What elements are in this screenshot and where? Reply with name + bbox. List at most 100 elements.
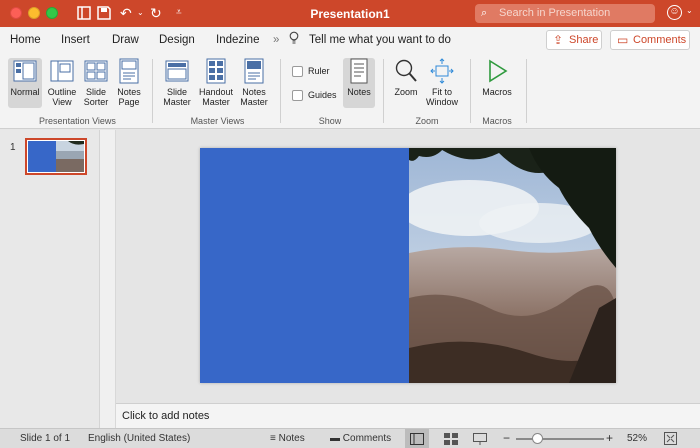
chevron-down-icon[interactable]: ⌄ [686,6,693,15]
zoom-in-button[interactable]: + [606,431,613,445]
notes-placeholder: Click to add notes [122,410,210,422]
show-group-label: Show [318,116,342,126]
fit-to-window-label-1: Fit to [431,87,452,97]
notes-page-label-1: Notes [117,87,141,97]
status-bar: Slide 1 of 1 English (United States) ≡ N… [0,428,700,448]
tab-draw[interactable]: Draw [112,34,139,46]
notes-page-button[interactable]: Notes Page [114,58,144,107]
lightbulb-icon [289,31,299,44]
notes-toggle-button[interactable]: Notes [343,58,375,108]
share-button[interactable]: ⇪ Share [546,30,602,50]
outline-view-label-2: View [52,97,72,107]
group-divider [152,59,153,123]
normal-view-button[interactable]: Normal [8,58,42,108]
slide-number: 1 [10,142,16,153]
normal-view-status-button[interactable] [405,429,429,448]
ruler-checkbox[interactable]: Ruler [292,66,330,78]
share-icon: ⇪ [553,33,564,47]
notes-icon [350,58,368,84]
slide-master-icon [165,60,189,82]
tab-design[interactable]: Design [159,34,195,46]
tell-me-input[interactable]: Tell me what you want to do [309,34,451,46]
notes-master-label-1: Notes [242,87,266,97]
notes-lines-icon: ≡ [270,433,276,444]
group-divider [470,59,471,123]
tab-insert[interactable]: Insert [61,34,90,46]
slide-thumbnail-preview [28,141,84,172]
zoom-group-label: Zoom [415,116,439,126]
notes-page-icon [119,58,139,84]
presenter-icon [473,433,487,445]
group-divider [280,59,281,123]
tab-indezine[interactable]: Indezine [216,34,259,46]
normal-view-icon [410,433,424,445]
vertical-scrollbar[interactable] [100,130,116,428]
guides-checkbox-box[interactable] [292,90,303,102]
slide[interactable] [200,148,616,383]
macros-label: Macros [482,87,512,97]
notes-master-button[interactable]: Notes Master [238,58,270,107]
comment-icon: ▭ [617,33,629,47]
ribbon-tabs: Home Insert Draw Design Indezine » Tell … [0,27,700,53]
slide-sorter-status-button[interactable] [439,429,463,448]
zoom-out-button[interactable]: − [503,431,510,445]
macros-group-label: Macros [482,116,512,126]
slide-sorter-label-1: Slide [85,87,106,97]
normal-view-label: Normal [10,87,40,97]
blue-rectangle-shape[interactable] [200,148,409,383]
magnifier-icon [395,59,417,82]
comments-status-button[interactable]: ▬ Comments [330,433,391,444]
slide-thumbnail-panel: 1 [0,130,100,428]
notes-master-icon [244,58,264,84]
notes-status-button[interactable]: ≡ Notes [270,433,305,444]
ruler-checkbox-box[interactable] [292,66,303,78]
slide-master-button[interactable]: Slide Master [160,58,194,107]
canyon-photo[interactable] [409,148,616,383]
group-divider [383,59,384,123]
slide-sorter-button[interactable]: Slide Sorter [82,58,110,107]
slide-thumbnail-image [28,141,84,172]
search-input[interactable]: ⌕ Search in Presentation [475,4,655,23]
slide-master-label-2: Master [163,97,191,107]
slide-thumbnail[interactable] [25,138,87,175]
notes-status-label: Notes [278,433,305,444]
zoom-slider-handle[interactable] [532,433,543,444]
search-placeholder: Search in Presentation [499,7,611,19]
zoom-slider[interactable] [516,438,604,440]
language-indicator[interactable]: English (United States) [88,433,190,444]
comments-button[interactable]: ▭ Comments [610,30,690,50]
share-label: Share [569,34,599,46]
guides-label: Guides [308,90,337,100]
feedback-smiley-icon[interactable]: ☺ [667,5,682,20]
slide-sorter-icon [84,60,108,82]
fit-to-window-button[interactable]: Fit to Window [424,58,460,107]
fit-slide-icon[interactable] [664,432,677,445]
normal-view-icon [13,60,37,82]
zoom-button[interactable]: Zoom [392,58,420,97]
play-icon [489,59,508,83]
outline-view-button[interactable]: Outline View [46,58,78,107]
guides-checkbox[interactable]: Guides [292,90,337,102]
tab-home[interactable]: Home [10,34,41,46]
comments-label: Comments [633,34,687,46]
outline-view-icon [50,60,74,82]
fit-to-window-label-2: Window [425,97,458,107]
notes-toggle-label: Notes [347,87,371,97]
presentation-views-group-label: Presentation Views [39,116,116,126]
ruler-label: Ruler [308,66,330,76]
handout-master-button[interactable]: Handout Master [197,58,235,107]
notes-pane[interactable]: Click to add notes [116,403,700,428]
macros-button[interactable]: Macros [479,58,515,97]
outline-view-label-1: Outline [47,87,77,97]
zoom-percent[interactable]: 52% [627,433,647,444]
handout-master-label-1: Handout [198,87,234,97]
slide-master-label-1: Slide [166,87,187,97]
notes-page-label-2: Page [118,97,140,107]
master-views-group-label: Master Views [190,116,245,126]
zoom-button-label: Zoom [394,87,418,97]
title-bar: ↶ ⌄ ↻ ⩡ Presentation1 ⌕ Search in Presen… [0,0,700,27]
group-divider [526,59,527,123]
reading-view-status-button[interactable] [468,429,492,448]
more-tabs-icon[interactable]: » [273,34,279,46]
comment-icon: ▬ [330,433,340,444]
